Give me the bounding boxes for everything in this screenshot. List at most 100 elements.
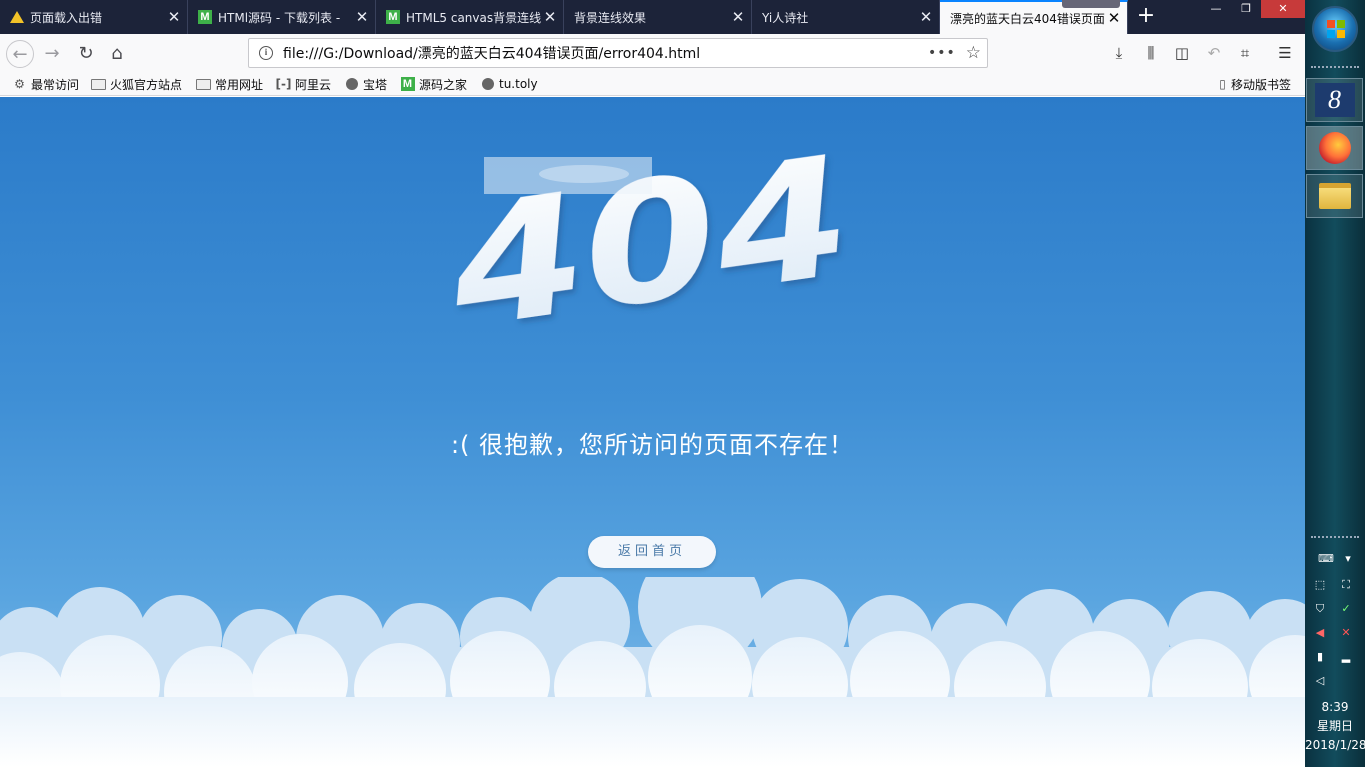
restore-icon[interactable]: ❐ — [1231, 0, 1261, 18]
bookmark-mobile[interactable]: ▯ 移动版书签 — [1218, 75, 1291, 93]
bookmarks-toolbar: ⚙ 最常访问 火狐官方站点 常用网址 [-] 阿里云 宝塔 M 源码之家 tu.… — [0, 72, 1305, 96]
speaker-muted-icon[interactable]: ◀ — [1313, 626, 1327, 640]
tray-expand-icon[interactable]: ▾ — [1341, 552, 1355, 566]
folder-icon — [196, 78, 211, 91]
m-site-icon: M — [386, 10, 400, 24]
bluetooth-icon[interactable]: ⬚ — [1313, 578, 1327, 592]
gear-icon: ⚙ — [14, 77, 25, 91]
start-button[interactable] — [1312, 6, 1358, 52]
bookmark-star-icon[interactable]: ☆ — [966, 43, 981, 63]
library-icon[interactable]: ⫼ — [1140, 42, 1162, 64]
globe-icon — [344, 78, 359, 91]
minimize-icon[interactable]: — — [1201, 0, 1231, 18]
reload-button[interactable]: ↻ — [72, 40, 100, 68]
folder-icon — [1318, 183, 1351, 209]
firefox-icon — [1318, 132, 1351, 164]
error-message: :( 很抱歉，您所访问的页面不存在！ — [450, 431, 855, 459]
keyboard-icon[interactable]: ⌨ — [1318, 552, 1334, 566]
url-text[interactable]: file:///G:/Download/漂亮的蓝天白云404错误页面/error… — [283, 43, 928, 63]
shield-icon[interactable]: ⛉ — [1313, 602, 1327, 616]
bookmark-label: tu.toly — [499, 77, 538, 91]
volume-icon[interactable]: ◁ — [1313, 674, 1327, 688]
bookmark-most-visited[interactable]: ⚙ 最常访问 — [12, 75, 79, 93]
url-bar[interactable]: i file:///G:/Download/漂亮的蓝天白云404错误页面/err… — [248, 38, 988, 68]
tab-title: 背景连线效果 — [574, 10, 647, 25]
tab-page-load-error[interactable]: 页面载入出错 ✕ — [0, 0, 188, 34]
bookmark-label: 最常访问 — [31, 77, 80, 92]
bookmark-baota[interactable]: 宝塔 — [344, 75, 387, 93]
clouds-illustration — [0, 577, 1305, 767]
bookmark-aliyun[interactable]: [-] 阿里云 — [276, 75, 331, 93]
window-close-icon[interactable]: ✕ — [1261, 0, 1305, 18]
close-icon[interactable]: ✕ — [541, 8, 559, 26]
system-clock[interactable]: 8:39 星期日 2018/1/28 — [1305, 698, 1365, 755]
aliyun-icon: [-] — [275, 77, 292, 91]
mobile-icon: ▯ — [1219, 77, 1226, 91]
back-button[interactable]: ← — [6, 40, 34, 68]
tab-title: HTML5 canvas背景连线 — [406, 10, 541, 25]
signal-icon[interactable]: ▂ — [1339, 650, 1353, 664]
network-config-icon[interactable]: ⛶ — [1339, 578, 1353, 592]
home-button[interactable]: ⌂ — [103, 40, 131, 68]
close-icon[interactable]: ✕ — [353, 8, 371, 26]
m-site-icon: M — [198, 10, 212, 24]
window-controls: — ❐ ✕ — [1201, 0, 1305, 20]
tray-grip — [1311, 536, 1359, 538]
warning-icon — [10, 10, 24, 24]
globe-icon — [480, 78, 495, 91]
forward-button[interactable]: → — [38, 40, 66, 68]
folder-icon — [91, 78, 106, 91]
tab-html5-canvas[interactable]: M HTML5 canvas背景连线 ✕ — [376, 0, 564, 34]
bookmark-source-home[interactable]: M 源码之家 — [400, 75, 467, 93]
return-home-button[interactable]: 返回首页 — [588, 536, 716, 568]
taskbar-app-8[interactable]: 8 — [1306, 78, 1363, 122]
page-actions-icon[interactable]: ••• — [928, 45, 956, 61]
tab-title: 页面载入出错 — [30, 10, 103, 25]
info-icon[interactable]: i — [259, 46, 273, 60]
bookmark-label: 阿里云 — [295, 77, 332, 92]
bookmark-label: 火狐官方站点 — [110, 77, 183, 92]
bookmark-firefox-sites[interactable]: 火狐官方站点 — [91, 75, 182, 93]
security-check-icon[interactable]: ✓ — [1339, 602, 1353, 616]
network-error-icon[interactable]: ✕ — [1339, 626, 1353, 640]
close-icon[interactable]: ✕ — [165, 8, 183, 26]
undo-icon[interactable]: ↶ — [1203, 42, 1225, 64]
tape-decoration — [484, 157, 652, 194]
power-icon[interactable]: ▮ — [1313, 650, 1327, 664]
bookmark-common-sites[interactable]: 常用网址 — [196, 75, 263, 93]
windows-icon — [1327, 20, 1345, 38]
taskbar-grip — [1311, 66, 1359, 68]
app-8-icon: 8 — [1314, 83, 1355, 117]
windows-taskbar: 8 ⌨ ▾ ⬚ ⛶ ⛉ ✓ ◀ ✕ ▮ ▂ ◁ 8:39 星期日 2018/1/… — [1305, 0, 1365, 767]
tab-title: Yi人诗社 — [762, 10, 809, 25]
bookmark-label: 常用网址 — [215, 77, 264, 92]
tab-title: 漂亮的蓝天白云404错误页面 — [950, 11, 1105, 26]
new-tab-button[interactable]: + — [1134, 4, 1158, 30]
crop-icon[interactable]: ⌗ — [1234, 42, 1256, 64]
download-icon[interactable]: ⤓ — [1108, 42, 1130, 64]
tab-html-source[interactable]: M HTMl源码 - 下载列表 - ✕ — [188, 0, 376, 34]
bookmark-label: 源码之家 — [419, 77, 468, 92]
clock-time: 8:39 — [1321, 700, 1349, 714]
sidebar-icon[interactable]: ◫ — [1171, 42, 1193, 64]
clock-date: 2018/1/28 — [1305, 738, 1365, 752]
menu-icon[interactable]: ☰ — [1274, 42, 1296, 64]
taskbar-explorer[interactable] — [1306, 174, 1363, 218]
m-site-icon: M — [400, 77, 415, 91]
browser-window: 页面载入出错 ✕ M HTMl源码 - 下载列表 - ✕ M HTML5 can… — [0, 0, 1305, 767]
close-icon[interactable]: ✕ — [917, 8, 935, 26]
error-page: 404 :( 很抱歉，您所访问的页面不存在！ 返回首页 — [0, 97, 1305, 767]
tab-strip: 页面载入出错 ✕ M HTMl源码 - 下载列表 - ✕ M HTML5 can… — [0, 0, 1305, 34]
bookmark-label: 移动版书签 — [1231, 77, 1292, 92]
tab-background-lines[interactable]: 背景连线效果 ✕ — [564, 0, 752, 34]
bookmark-tu-toly[interactable]: tu.toly — [480, 75, 538, 93]
navigation-toolbar: ← → ↻ ⌂ i file:///G:/Download/漂亮的蓝天白云404… — [0, 34, 1305, 72]
clock-weekday: 星期日 — [1316, 719, 1353, 733]
tab-title: HTMl源码 - 下载列表 - — [218, 10, 341, 25]
close-icon[interactable]: ✕ — [729, 8, 747, 26]
window-grip — [1062, 0, 1120, 8]
close-icon[interactable]: ✕ — [1105, 9, 1123, 27]
taskbar-firefox[interactable] — [1306, 126, 1363, 170]
tab-yi-poetry[interactable]: Yi人诗社 ✕ — [752, 0, 940, 34]
bookmark-label: 宝塔 — [363, 77, 388, 92]
